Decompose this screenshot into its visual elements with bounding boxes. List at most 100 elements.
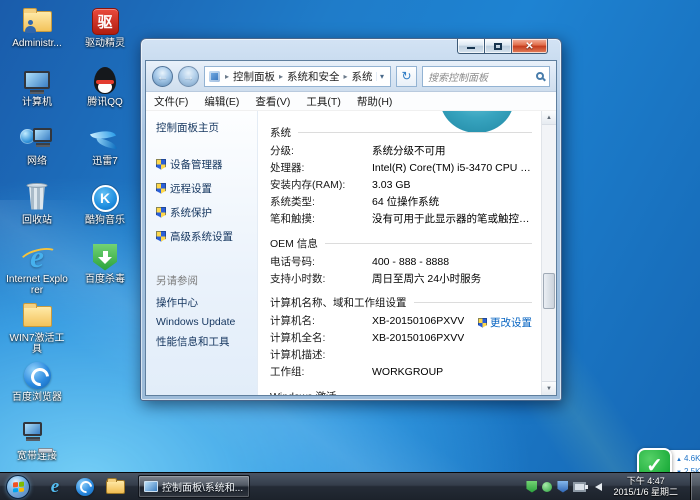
show-desktop-button[interactable] — [690, 473, 700, 500]
desktop-icon-baidu-antivirus[interactable]: 百度杀毒 — [72, 240, 138, 299]
sidebar-item-system-protection[interactable]: 系统保护 — [156, 205, 253, 220]
qq-penguin-icon — [94, 65, 116, 95]
baidu-browser-icon — [24, 360, 51, 390]
volume-tray-icon[interactable] — [595, 483, 602, 491]
menu-help[interactable]: 帮助(H) — [357, 94, 393, 109]
antivirus-tray-icon[interactable] — [526, 481, 537, 493]
search-placeholder: 搜索控制面板 — [428, 69, 536, 84]
window-client-area: ← → ▸ 控制面板 ▸ 系统和安全 ▸ 系统 ▾ ↻ 搜索控制面板 文件(F) — [145, 60, 557, 396]
broadband-connection-icon — [23, 419, 51, 449]
uac-shield-icon — [478, 318, 487, 328]
maximize-button[interactable] — [484, 39, 511, 54]
scroll-down-arrow[interactable]: ▼ — [542, 381, 556, 395]
desktop-icon-network[interactable]: 网络 — [4, 122, 70, 181]
forward-button[interactable]: → — [178, 66, 199, 87]
sidebar-item-advanced-settings[interactable]: 高级系统设置 — [156, 229, 253, 244]
desktop: { "window": { "nav": { "crumbs": ["控制面板"… — [0, 0, 700, 500]
menu-tools[interactable]: 工具(T) — [306, 94, 340, 109]
close-button[interactable]: ✕ — [511, 39, 548, 54]
xunlei-bird-icon — [90, 124, 120, 154]
info-row-phone: 电话号码: 400 - 888 - 8888 — [270, 256, 532, 270]
section-header-computer-name: 计算机名称、域和工作组设置 — [270, 295, 407, 310]
recycle-bin-icon — [28, 183, 46, 213]
system-control-panel-window: ✕ ← → ▸ 控制面板 ▸ 系统和安全 ▸ 系统 ▾ ↻ 搜索控制面板 — [140, 38, 562, 401]
info-row-full-name: 计算机全名: XB-20150106PXVV — [270, 332, 532, 346]
sidebar-item-home[interactable]: 控制面板主页 — [156, 120, 253, 135]
desktop-icon-kugou[interactable]: K 酷狗音乐 — [72, 181, 138, 240]
desktop-icon-qq[interactable]: 腾讯QQ — [72, 63, 138, 122]
folder-icon — [23, 301, 52, 331]
baidu-browser-icon — [76, 478, 94, 496]
scrollbar-thumb[interactable] — [543, 273, 555, 309]
sidebar-item-performance-tools[interactable]: 性能信息和工具 — [156, 334, 253, 349]
refresh-button[interactable]: ↻ — [396, 66, 417, 87]
desktop-icon-internet-explorer[interactable]: e Internet Explorer — [4, 240, 70, 299]
scroll-up-arrow[interactable]: ▲ — [542, 111, 556, 125]
section-system: 系统 分级: 系统分级不可用 处理器: Intel(R) Core(TM) i5… — [270, 125, 532, 227]
breadcrumb-control-panel[interactable]: 控制面板 — [231, 69, 277, 84]
xunlei-tray-icon[interactable] — [542, 482, 552, 492]
taskbar-explorer[interactable] — [100, 474, 130, 500]
info-row-system-type: 系统类型: 64 位操作系统 — [270, 196, 532, 210]
breadcrumb-system[interactable]: 系统 — [350, 69, 375, 84]
taskbar-baidu-browser[interactable] — [70, 474, 100, 500]
desktop-icon-xunlei[interactable]: 迅雷7 — [72, 122, 138, 181]
breadcrumb[interactable]: ▸ 控制面板 ▸ 系统和安全 ▸ 系统 ▾ — [204, 66, 391, 87]
system-tray: 下午 4:47 2015/1/6 星期二 — [526, 473, 700, 500]
taskbar-internet-explorer[interactable]: e — [40, 474, 70, 500]
back-button[interactable]: ← — [152, 66, 173, 87]
window-caption-buttons: ✕ — [457, 39, 548, 54]
upload-speed: ▲4.6K/s — [676, 453, 700, 466]
menu-view[interactable]: 查看(V) — [255, 94, 290, 109]
see-also-header: 另请参阅 — [156, 273, 253, 288]
rating-unavailable-link[interactable]: 系统分级不可用 — [372, 145, 446, 159]
menu-file[interactable]: 文件(F) — [154, 94, 188, 109]
uac-shield-icon — [156, 183, 166, 194]
up-arrow-icon: ▲ — [676, 457, 682, 463]
sidebar-item-action-center[interactable]: 操作中心 — [156, 295, 253, 310]
desktop-icon-computer[interactable]: 计算机 — [4, 63, 70, 122]
system-window-icon — [144, 481, 158, 492]
sidebar-item-windows-update[interactable]: Windows Update — [156, 316, 253, 328]
desktop-icon-broadband[interactable]: 宽带连接 — [4, 417, 70, 476]
minimize-button[interactable] — [457, 39, 484, 54]
change-settings-link[interactable]: 更改设置 — [490, 315, 532, 330]
address-toolbar: ← → ▸ 控制面板 ▸ 系统和安全 ▸ 系统 ▾ ↻ 搜索控制面板 — [146, 61, 556, 92]
taskbar-active-window-button[interactable]: 控制面板\系统和... — [138, 475, 250, 498]
desktop-icon-win7-activator[interactable]: WIN7激活工具 — [4, 299, 70, 358]
menu-edit[interactable]: 编辑(E) — [204, 94, 239, 109]
section-header-system: 系统 — [270, 125, 291, 140]
desktop-icon-administrator[interactable]: Administr... — [4, 4, 70, 63]
start-button[interactable] — [6, 475, 30, 499]
section-oem: OEM 信息 电话号码: 400 - 888 - 8888 支持小时数: 周日至… — [270, 236, 532, 287]
vertical-scrollbar[interactable]: ▲ ▼ — [541, 111, 556, 395]
administrator-folder-icon — [23, 6, 52, 36]
folder-icon — [106, 480, 125, 494]
info-row-processor: 处理器: Intel(R) Core(TM) i5-3470 CPU @ 3.2… — [270, 162, 532, 176]
menu-bar: 文件(F) 编辑(E) 查看(V) 工具(T) 帮助(H) — [146, 92, 556, 111]
security-tray-icon[interactable] — [557, 481, 568, 493]
uac-shield-icon — [156, 159, 166, 170]
baidu-antivirus-shield-icon — [93, 242, 117, 272]
info-row-support-hours: 支持小时数: 周日至周六 24小时服务 — [270, 273, 532, 287]
system-info-content: 系统 分级: 系统分级不可用 处理器: Intel(R) Core(TM) i5… — [258, 111, 556, 395]
internet-explorer-icon: e — [22, 242, 52, 272]
sidebar-see-also-group: 另请参阅 操作中心 Windows Update 性能信息和工具 — [156, 273, 253, 355]
kugou-icon: K — [92, 183, 119, 213]
desktop-icon-recycle-bin[interactable]: 回收站 — [4, 181, 70, 240]
computer-icon — [24, 65, 50, 95]
search-input[interactable]: 搜索控制面板 — [422, 66, 550, 87]
sidebar: 控制面板主页 设备管理器 远程设置 系统保护 高级系统设置 — [146, 111, 258, 395]
change-settings[interactable]: 更改设置 — [478, 315, 532, 330]
desktop-icon-baidu-browser[interactable]: 百度浏览器 — [4, 358, 70, 417]
address-dropdown-icon[interactable]: ▾ — [376, 72, 387, 81]
sidebar-item-device-manager[interactable]: 设备管理器 — [156, 157, 253, 172]
section-header-activation: Windows 激活 — [270, 389, 337, 396]
taskbar-clock[interactable]: 下午 4:47 2015/1/6 星期二 — [613, 476, 678, 497]
sidebar-item-remote-settings[interactable]: 远程设置 — [156, 181, 253, 196]
internet-explorer-icon: e — [51, 476, 59, 498]
desktop-icon-driver-genius[interactable]: 驱 驱动精灵 — [72, 4, 138, 63]
search-icon — [536, 72, 544, 80]
uac-shield-icon — [156, 207, 166, 218]
breadcrumb-system-security[interactable]: 系统和安全 — [285, 69, 342, 84]
